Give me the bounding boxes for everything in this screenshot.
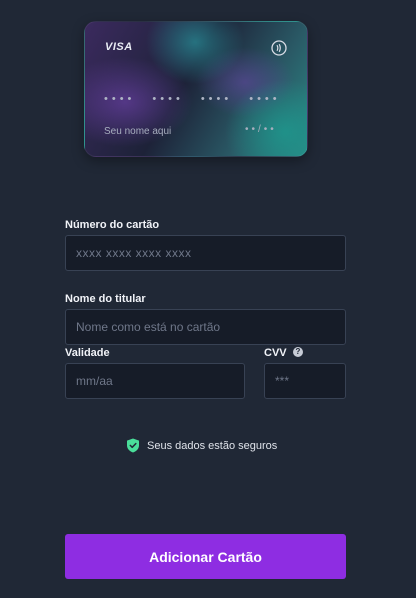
contactless-icon [271, 40, 287, 56]
security-note: Seus dados estão seguros [126, 438, 277, 453]
holder-name-label: Nome do titular [65, 293, 146, 305]
card-number-label: Número do cartão [65, 219, 160, 231]
card-holder-preview: Seu nome aqui [104, 126, 172, 137]
shield-check-icon [127, 438, 139, 453]
security-note-text: Seus dados estão seguros [147, 439, 278, 452]
expiry-label: Validade [65, 347, 110, 359]
card-preview: VISA •••• •••• •••• •••• Seu nome aqui •… [84, 21, 308, 157]
add-card-screen: VISA •••• •••• •••• •••• Seu nome aqui •… [0, 0, 416, 598]
card-number-group: •••• [152, 93, 184, 105]
card-number-group: •••• [249, 93, 281, 105]
help-circle-icon[interactable]: ? [293, 347, 303, 357]
card-number-input[interactable] [65, 235, 346, 271]
cvv-label: CVV [264, 347, 287, 359]
card-number-preview: •••• •••• •••• •••• [104, 93, 281, 105]
expiry-input[interactable] [65, 363, 245, 399]
card-expiry-preview: ••/•• [245, 124, 277, 135]
cvv-input[interactable] [264, 363, 346, 399]
card-number-group: •••• [200, 93, 233, 105]
add-card-button[interactable]: Adicionar Cartão [65, 534, 346, 579]
card-number-group: •••• [104, 93, 136, 105]
card-brand-logo: VISA [105, 41, 133, 53]
holder-name-input[interactable] [65, 309, 346, 345]
